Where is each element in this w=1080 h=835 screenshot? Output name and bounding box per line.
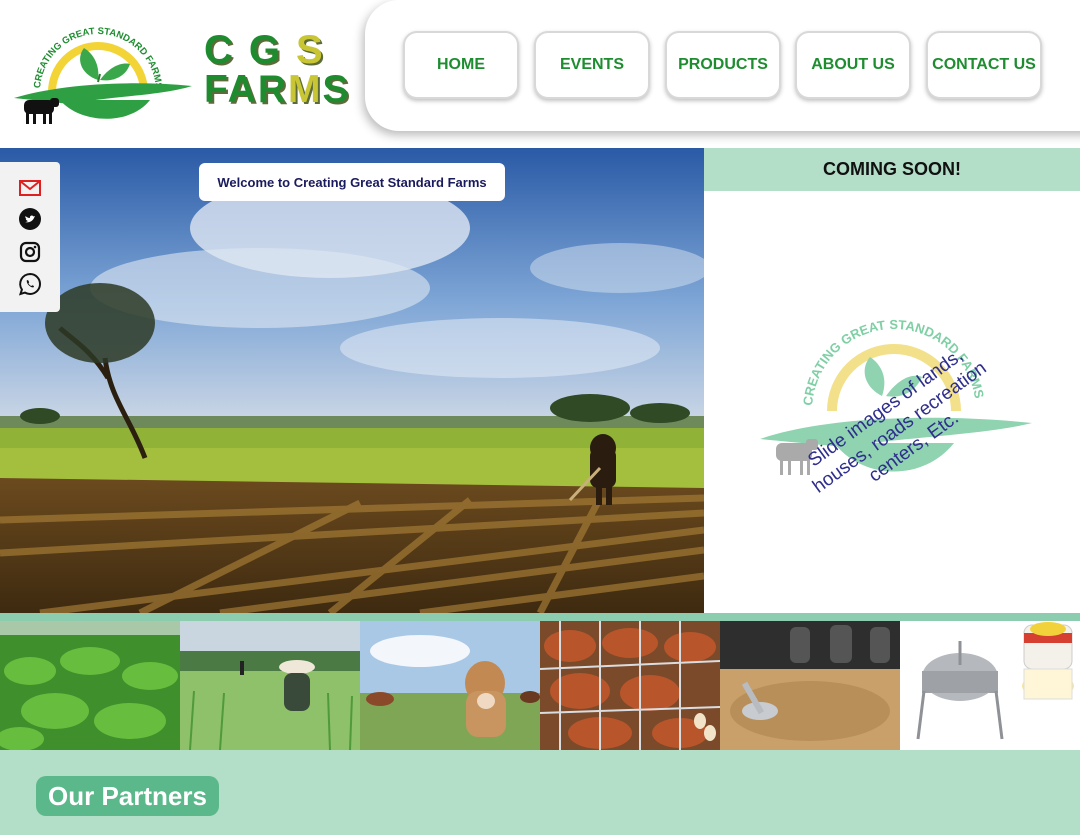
brand-letter: G <box>248 28 297 72</box>
partners-section: Our Partners <box>0 750 1080 835</box>
nav-products-button[interactable]: PRODUCTS <box>665 31 781 99</box>
brand-word-part: FAR <box>204 68 288 111</box>
gallery-tile-rice[interactable] <box>180 621 360 750</box>
twitter-icon[interactable] <box>18 207 42 231</box>
brand-wordmark: CGS FARMS <box>204 28 349 116</box>
gallery-tile-machine[interactable] <box>900 621 1080 750</box>
brand-word-part: M <box>288 68 323 111</box>
nav-contact-us-button[interactable]: CONTACT US <box>926 31 1042 99</box>
nav-events-button[interactable]: EVENTS <box>534 31 650 99</box>
hero-image <box>0 148 704 613</box>
gallery-tile-cassava[interactable] <box>0 621 180 750</box>
instagram-icon[interactable] <box>18 240 42 264</box>
welcome-banner: Welcome to Creating Great Standard Farms <box>199 163 505 201</box>
our-partners-button[interactable]: Our Partners <box>36 776 219 816</box>
gallery-tile-cattle[interactable] <box>360 621 540 750</box>
gallery-tile-poultry[interactable] <box>540 621 720 750</box>
brand-letter: S <box>296 28 339 72</box>
whatsapp-icon[interactable] <box>18 272 42 296</box>
main-navigation: HOME EVENTS PRODUCTS ABOUT US CONTACT US <box>365 0 1080 131</box>
nav-home-button[interactable]: HOME <box>403 31 519 99</box>
coming-soon-heading: COMING SOON! <box>704 148 1080 191</box>
product-gallery <box>0 621 1080 750</box>
section-divider <box>0 613 1080 621</box>
brand-word-part: S <box>322 68 351 111</box>
brand-letter: C <box>204 28 249 72</box>
mail-icon[interactable] <box>18 176 42 200</box>
social-sidebar <box>0 162 60 312</box>
cgs-logo[interactable]: CREATING GREAT STANDARD FARMS <box>10 14 195 129</box>
site-header: CREATING GREAT STANDARD FARMS CGS FARMS <box>0 0 1080 148</box>
nav-about-us-button[interactable]: ABOUT US <box>795 31 911 99</box>
gallery-tile-feed[interactable] <box>720 621 900 750</box>
